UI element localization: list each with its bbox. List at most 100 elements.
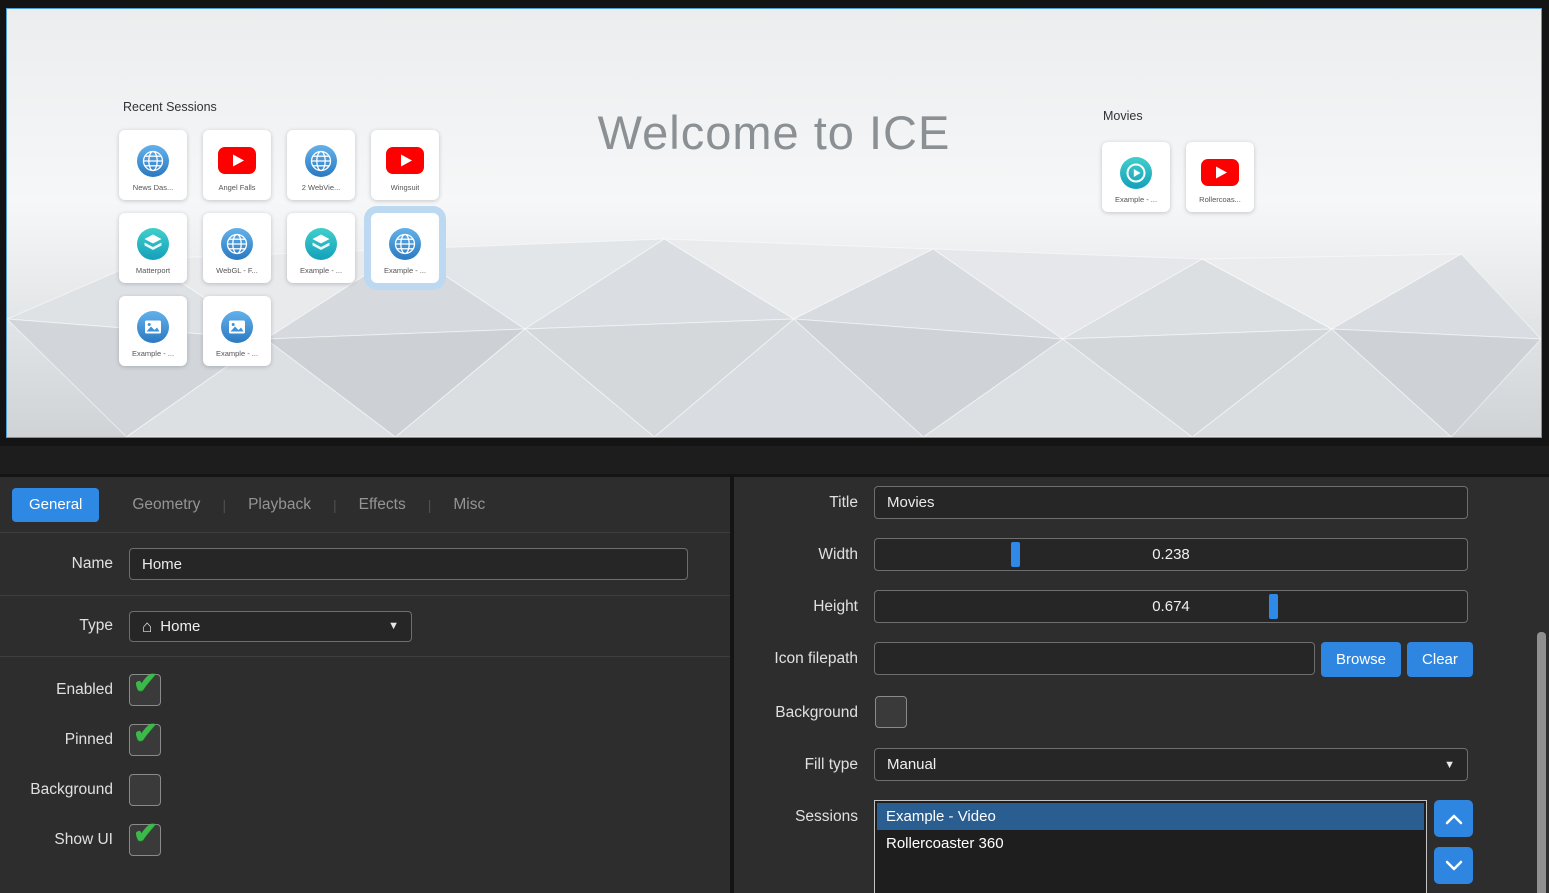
layers-icon bbox=[304, 225, 338, 263]
photo-icon bbox=[136, 308, 170, 346]
icon-filepath-input[interactable] bbox=[874, 642, 1315, 675]
sessions-listbox[interactable]: Example - Video Rollercoaster 360 bbox=[874, 800, 1427, 893]
session-tile[interactable]: Example - ... bbox=[119, 296, 187, 366]
session-tile-label: News Das... bbox=[133, 183, 173, 192]
pinned-checkbox[interactable]: ✔ bbox=[129, 724, 161, 756]
sessions-row: Sessions Example - Video Rollercoaster 3… bbox=[734, 800, 1549, 893]
tab-geometry[interactable]: Geometry bbox=[132, 496, 200, 514]
width-label: Width bbox=[734, 538, 858, 571]
type-dropdown[interactable]: ⌂ Home ▼ bbox=[129, 611, 412, 642]
session-tile[interactable]: 2 WebVie... bbox=[287, 130, 355, 200]
tab-misc[interactable]: Misc bbox=[453, 496, 485, 514]
movie-tile-label: Example - ... bbox=[1115, 195, 1157, 204]
tab-separator: | bbox=[333, 497, 337, 513]
fill-type-row: Fill type Manual ▼ bbox=[734, 748, 1549, 781]
enabled-row: Enabled ✔ bbox=[0, 665, 730, 715]
session-tile-label: Example - ... bbox=[384, 266, 426, 275]
session-tile[interactable]: WebGL - F... bbox=[203, 213, 271, 283]
tab-separator: | bbox=[222, 497, 226, 513]
chevron-up-icon bbox=[1445, 813, 1463, 825]
pinned-row: Pinned ✔ bbox=[0, 715, 730, 765]
clear-button[interactable]: Clear bbox=[1407, 642, 1473, 677]
youtube-icon bbox=[1200, 154, 1240, 192]
movie-tile-label: Rollercoas... bbox=[1199, 195, 1241, 204]
tab-general[interactable]: General bbox=[12, 488, 99, 522]
session-reorder-buttons bbox=[1434, 800, 1473, 884]
session-tile[interactable]: Angel Falls bbox=[203, 130, 271, 200]
height-slider[interactable]: 0.674 bbox=[874, 590, 1468, 623]
session-tile-label: Example - ... bbox=[216, 349, 258, 358]
globe-icon bbox=[136, 142, 170, 180]
tab-separator: | bbox=[428, 497, 432, 513]
movie-tile[interactable]: Rollercoas... bbox=[1186, 142, 1254, 212]
session-tile[interactable]: Example - ... bbox=[203, 296, 271, 366]
type-label: Type bbox=[0, 617, 113, 635]
fill-type-dropdown-value: Manual bbox=[887, 756, 1444, 773]
check-icon: ✔ bbox=[133, 666, 158, 701]
session-tile-selected[interactable]: Example - ... bbox=[371, 213, 439, 283]
move-up-button[interactable] bbox=[1434, 800, 1473, 837]
session-tile[interactable]: Matterport bbox=[119, 213, 187, 283]
background-label: Background bbox=[734, 696, 858, 729]
chevron-down-icon bbox=[1445, 860, 1463, 872]
enabled-checkbox[interactable]: ✔ bbox=[129, 674, 161, 706]
session-tile-label: Example - ... bbox=[132, 349, 174, 358]
session-tile-label: 2 WebVie... bbox=[302, 183, 341, 192]
recent-sessions-grid: News Das... Angel Falls 2 WebVie... Wing… bbox=[119, 130, 439, 366]
check-icon: ✔ bbox=[133, 716, 158, 751]
movie-tile[interactable]: Example - ... bbox=[1102, 142, 1170, 212]
session-list-item[interactable]: Rollercoaster 360 bbox=[877, 830, 1424, 857]
movies-grid: Example - ... Rollercoas... bbox=[1102, 142, 1254, 212]
tab-playback[interactable]: Playback bbox=[248, 496, 311, 514]
tab-effects[interactable]: Effects bbox=[359, 496, 406, 514]
type-row: Type ⌂ Home ▼ bbox=[0, 596, 730, 657]
preview-canvas[interactable]: Welcome to ICE Recent Sessions News Das.… bbox=[6, 8, 1542, 438]
session-tile[interactable]: Example - ... bbox=[287, 213, 355, 283]
session-tile[interactable]: Wingsuit bbox=[371, 130, 439, 200]
youtube-icon bbox=[385, 142, 425, 180]
icon-filepath-label: Icon filepath bbox=[734, 642, 858, 675]
session-tile-label: Matterport bbox=[136, 266, 170, 275]
show-ui-row: Show UI ✔ bbox=[0, 815, 730, 865]
name-label: Name bbox=[0, 555, 113, 573]
session-list-item[interactable]: Example - Video bbox=[877, 803, 1424, 830]
globe-icon bbox=[304, 142, 338, 180]
divider-strip bbox=[0, 446, 1549, 474]
globe-icon bbox=[220, 225, 254, 263]
background-row: Background bbox=[0, 765, 730, 815]
fill-type-dropdown[interactable]: Manual ▼ bbox=[874, 748, 1468, 781]
width-slider[interactable]: 0.238 bbox=[874, 538, 1468, 571]
chevron-down-icon: ▼ bbox=[388, 620, 399, 632]
globe-icon bbox=[388, 225, 422, 263]
movies-label: Movies bbox=[1103, 109, 1143, 123]
height-slider-value: 0.674 bbox=[875, 591, 1467, 622]
vertical-scrollbar[interactable] bbox=[1537, 632, 1546, 893]
enabled-label: Enabled bbox=[0, 681, 113, 699]
settings-tabs: General Geometry | Playback | Effects | … bbox=[0, 477, 730, 533]
page-settings-panel: Title Width 0.238 Height 0.674 Icon file… bbox=[734, 477, 1549, 893]
chevron-down-icon: ▼ bbox=[1444, 759, 1455, 771]
session-tile-label: WebGL - F... bbox=[216, 266, 258, 275]
recent-sessions-label: Recent Sessions bbox=[123, 100, 217, 114]
session-tile-label: Example - ... bbox=[300, 266, 342, 275]
pinned-label: Pinned bbox=[0, 731, 113, 749]
app-window: Welcome to ICE Recent Sessions News Das.… bbox=[0, 0, 1549, 893]
width-row: Width 0.238 bbox=[734, 538, 1549, 571]
slider-handle[interactable] bbox=[1011, 542, 1020, 567]
browse-button[interactable]: Browse bbox=[1321, 642, 1401, 677]
height-label: Height bbox=[734, 590, 858, 623]
type-dropdown-value: Home bbox=[160, 618, 388, 635]
session-tile[interactable]: News Das... bbox=[119, 130, 187, 200]
background-checkbox[interactable] bbox=[129, 774, 161, 806]
background-checkbox[interactable] bbox=[875, 696, 907, 728]
check-icon: ✔ bbox=[133, 816, 158, 851]
icon-filepath-row: Icon filepath Browse Clear bbox=[734, 642, 1549, 677]
title-input[interactable] bbox=[874, 486, 1468, 519]
youtube-icon bbox=[217, 142, 257, 180]
move-down-button[interactable] bbox=[1434, 847, 1473, 884]
sessions-label: Sessions bbox=[734, 800, 858, 833]
name-input[interactable] bbox=[129, 548, 688, 580]
photo-icon bbox=[220, 308, 254, 346]
slider-handle[interactable] bbox=[1269, 594, 1278, 619]
show-ui-checkbox[interactable]: ✔ bbox=[129, 824, 161, 856]
